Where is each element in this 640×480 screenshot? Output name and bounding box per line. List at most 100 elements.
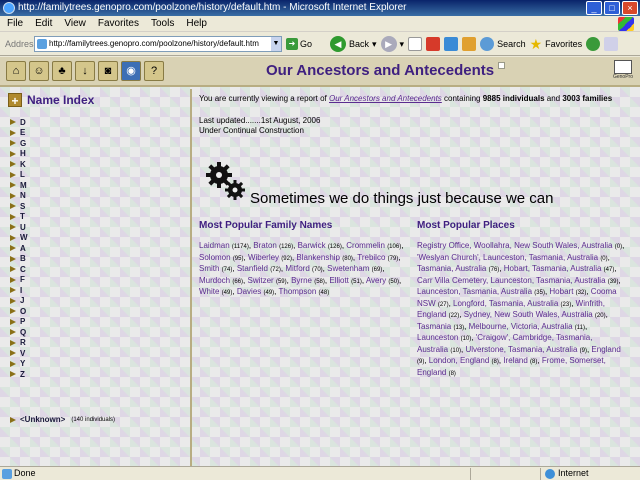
index-letter-o[interactable]: O [10,306,28,317]
place-link[interactable]: Sydney, New South Wales, Australia [464,310,593,319]
unknown-label[interactable]: <Unknown> [20,415,65,424]
index-letter-j[interactable]: J [10,296,28,307]
index-letter-label[interactable]: Q [20,328,26,337]
index-letter-s[interactable]: S [10,201,28,212]
index-letter-label[interactable]: H [20,149,26,158]
index-letter-label[interactable]: Z [20,370,25,379]
index-letter-label[interactable]: S [20,202,25,211]
index-letter-f[interactable]: F [10,275,28,286]
place-link[interactable]: Ireland [503,356,527,365]
search-button[interactable]: Search [480,37,526,51]
index-letter-k[interactable]: K [10,159,28,170]
download-icon[interactable]: ↓ [75,61,95,81]
index-letter-label[interactable]: J [20,296,24,305]
report-link[interactable]: Our Ancestors and Antecedents [329,94,442,103]
index-letter-label[interactable]: N [20,191,26,200]
index-letter-label[interactable]: C [20,265,26,274]
index-letter-h[interactable]: H [10,149,28,160]
back-button[interactable]: ◀ Back ▾ [330,36,377,52]
index-letter-v[interactable]: V [10,348,28,359]
address-input[interactable]: http://familytrees.genopro.com/poolzone/… [34,36,282,52]
help-icon[interactable]: ? [144,61,164,81]
index-letter-label[interactable]: K [20,160,26,169]
family-name-link[interactable]: Swetenham [327,264,369,273]
family-name-link[interactable]: Thompson [278,287,316,296]
place-link[interactable]: Launceston, Tasmania, Australia [417,287,532,296]
family-name-link[interactable]: Byrne [291,276,312,285]
index-letter-y[interactable]: Y [10,359,28,370]
index-letter-c[interactable]: C [10,264,28,275]
family-name-link[interactable]: Solomon [199,253,231,262]
index-letter-label[interactable]: B [20,254,26,263]
place-link[interactable]: London, England [429,356,490,365]
go-button[interactable]: ➜ Go [286,36,312,52]
index-letter-u[interactable]: U [10,222,28,233]
index-letter-t[interactable]: T [10,212,28,223]
plus-icon[interactable]: + [8,93,22,108]
index-letter-label[interactable]: E [20,128,25,137]
globe-icon[interactable]: ◉ [121,61,141,81]
menu-view[interactable]: View [57,16,91,31]
place-link[interactable]: England [591,345,620,354]
index-letter-n[interactable]: N [10,191,28,202]
close-button[interactable]: × [622,1,638,15]
refresh-icon[interactable] [444,37,459,51]
index-letter-label[interactable]: L [20,170,25,179]
index-letter-label[interactable]: T [20,212,25,221]
menu-help[interactable]: Help [179,16,212,31]
family-name-link[interactable]: Laidman [199,241,230,250]
place-link[interactable]: Ulverstone, Tasmania, Australia [465,345,577,354]
family-name-link[interactable]: Crommelin [346,241,385,250]
place-link[interactable]: Hobart, Tasmania, Australia [504,264,602,273]
genopro-logo[interactable]: GenoPro [612,60,634,84]
family-name-link[interactable]: White [199,287,219,296]
index-letter-label[interactable]: W [20,233,28,242]
address-dropdown-button[interactable]: ▼ [271,37,281,51]
index-letter-label[interactable]: V [20,349,25,358]
family-name-link[interactable]: Mitford [285,264,309,273]
family-name-link[interactable]: Wiberley [248,253,279,262]
index-letter-i[interactable]: I [10,285,28,296]
index-letter-label[interactable]: R [20,338,26,347]
menu-edit[interactable]: Edit [28,16,57,31]
index-letter-p[interactable]: P [10,317,28,328]
favorites-button[interactable]: ★ Favorites [530,36,583,53]
index-letter-z[interactable]: Z [10,369,28,380]
family-name-link[interactable]: Elliott [329,276,349,285]
minimize-button[interactable]: _ [586,1,602,15]
place-link[interactable]: 'Weslyan Church', Launceston, Tasmania, … [417,253,598,262]
back-dropdown-icon[interactable]: ▾ [372,39,377,50]
place-link[interactable]: Longford, Tasmania, Australia [453,299,558,308]
index-letter-label[interactable]: P [20,317,25,326]
family-name-link[interactable]: Smith [199,264,219,273]
index-letter-g[interactable]: G [10,138,28,149]
page-doc-icon[interactable] [408,37,423,51]
family-name-link[interactable]: Trebilco [357,253,385,262]
index-letter-l[interactable]: L [10,170,28,181]
index-letter-label[interactable]: U [20,223,26,232]
index-letter-label[interactable]: A [20,244,26,253]
forward-button[interactable]: ▶ ▾ [380,36,404,52]
index-letter-label[interactable]: D [20,118,26,127]
place-link[interactable]: Hobart [549,287,573,296]
index-letter-m[interactable]: M [10,180,28,191]
place-link[interactable]: Tasmania, Australia [417,264,486,273]
unknown-index-item[interactable]: <Unknown> (140 individuals) [10,415,115,424]
index-letter-label[interactable]: I [20,286,22,295]
index-letter-label[interactable]: G [20,139,26,148]
index-letter-label[interactable]: O [20,307,26,316]
index-letter-d[interactable]: D [10,117,28,128]
family-name-link[interactable]: Stanfield [237,264,268,273]
place-link[interactable]: Registry Office, Woollahra, New South Wa… [417,241,613,250]
family-name-link[interactable]: Braton [253,241,277,250]
place-link[interactable]: Tasmania [417,322,451,331]
menu-favorites[interactable]: Favorites [91,16,144,31]
index-letter-label[interactable]: M [20,181,27,190]
mail-icon[interactable] [604,37,619,51]
index-letter-w[interactable]: W [10,233,28,244]
camera-icon[interactable]: ◙ [98,61,118,81]
place-link[interactable]: Carr Villa Cemetery, Launceston, Tasmani… [417,276,606,285]
index-letter-label[interactable]: Y [20,359,25,368]
family-name-link[interactable]: Barwick [298,241,326,250]
index-letter-b[interactable]: B [10,254,28,265]
